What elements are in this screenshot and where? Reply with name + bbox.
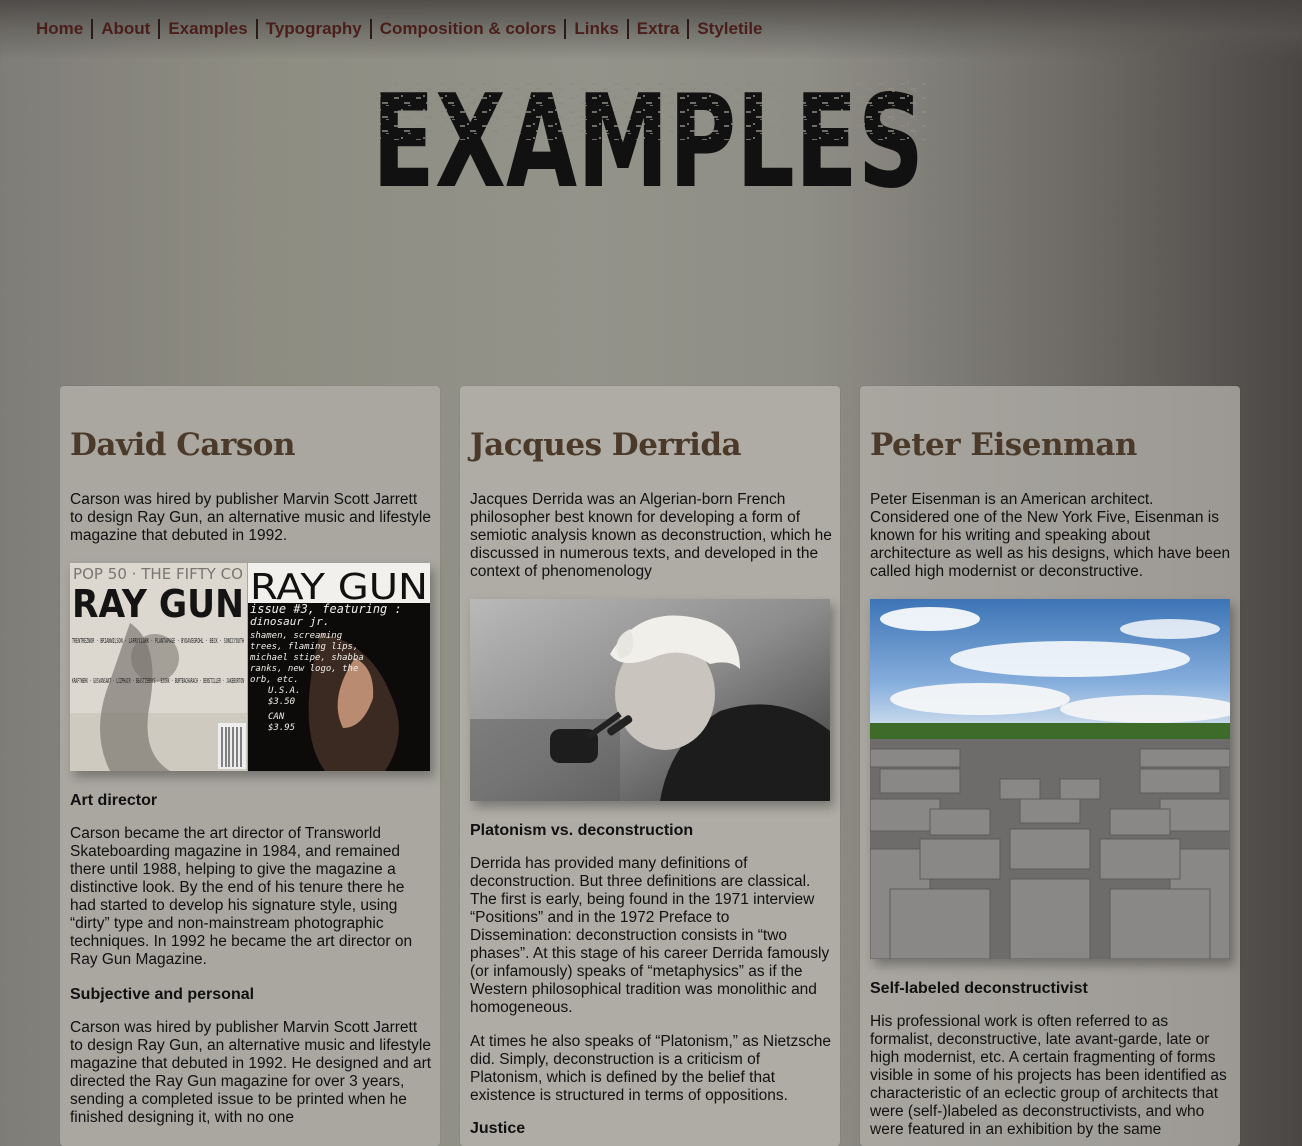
card-title: Jacques Derrida bbox=[470, 427, 742, 463]
raygun-right-line4: michael stipe, shabba bbox=[249, 653, 364, 663]
section-heading: Art director bbox=[70, 792, 158, 809]
card-intro: Carson was hired by publisher Marvin Sco… bbox=[70, 491, 431, 544]
card-title: David Carson bbox=[70, 427, 296, 463]
holocaust-memorial-image bbox=[869, 599, 1240, 960]
card-intro: Jacques Derrida was an Algerian-born Fre… bbox=[470, 491, 832, 580]
raygun-right-line1: dinosaur jr. bbox=[250, 615, 329, 628]
raygun-left-names2: KRAFTWERK · GUSVANSANT · LIZPHAIR · BEAS… bbox=[72, 677, 244, 685]
grunge-title-graphic: EXAMPLES bbox=[370, 80, 926, 192]
nav-about[interactable]: About bbox=[91, 19, 158, 39]
section-text: Carson was hired by publisher Marvin Sco… bbox=[70, 1019, 432, 1126]
section-text: His professional work is often referred … bbox=[870, 1013, 1227, 1138]
section-heading: Justice bbox=[470, 1120, 526, 1137]
raygun-left-names: TRENTREZNOR · BRIANWILSON · LARRYCLARK ·… bbox=[72, 637, 244, 645]
section-heading: Platonism vs. deconstruction bbox=[470, 822, 694, 839]
nav-home[interactable]: Home bbox=[36, 19, 91, 39]
raygun-right-line3: trees, flaming lips, bbox=[250, 642, 358, 652]
raygun-right-line2: shamen, screaming bbox=[250, 631, 343, 641]
section-text: Carson became the art director of Transw… bbox=[70, 825, 413, 968]
raygun-covers-image: POP 50 · THE FIFTY CO RAY GUN TRENTREZNO… bbox=[70, 563, 430, 771]
nav-typography[interactable]: Typography bbox=[255, 19, 370, 39]
raygun-price-usa-val: $3.50 bbox=[268, 697, 295, 707]
raygun-price-usa: U.S.A. bbox=[268, 686, 301, 696]
nav-styletile[interactable]: Styletile bbox=[687, 19, 770, 39]
card-intro: Peter Eisenman is an American architect.… bbox=[870, 491, 1231, 580]
raygun-right-line6: orb, etc. bbox=[250, 675, 299, 685]
raygun-price-can: CAN bbox=[268, 712, 285, 722]
card-peter-eisenman: Peter Eisenman Peter Eisenman is an Amer… bbox=[860, 386, 1240, 1146]
raygun-price-can-val: $3.95 bbox=[268, 723, 295, 733]
main-nav: Home About Examples Typography Compositi… bbox=[36, 18, 771, 40]
nav-links[interactable]: Links bbox=[564, 19, 626, 39]
section-heading: Self-labeled deconstructivist bbox=[870, 980, 1088, 997]
card-jacques-derrida: Jacques Derrida Jacques Derrida was an A… bbox=[460, 386, 840, 1146]
raygun-left-small: POP 50 · THE FIFTY CO bbox=[73, 565, 243, 583]
page-title: EXAMPLES bbox=[370, 80, 926, 192]
nav-extra[interactable]: Extra bbox=[626, 19, 688, 39]
section-text: Derrida has provided many definitions of… bbox=[470, 855, 830, 1016]
nav-examples[interactable]: Examples bbox=[158, 19, 255, 39]
card-title: Peter Eisenman bbox=[870, 427, 1137, 463]
raygun-right-line5: ranks, new logo, the bbox=[250, 664, 358, 674]
card-david-carson: David Carson Carson was hired by publish… bbox=[60, 386, 440, 1146]
raygun-right-sub: issue #3, featuring : bbox=[250, 602, 402, 616]
raygun-left-logo: RAY GUN bbox=[72, 582, 244, 626]
nav-composition-colors[interactable]: Composition & colors bbox=[369, 19, 565, 39]
section-text-2: At times he also speaks of “Platonism,” … bbox=[470, 1033, 831, 1104]
section-heading: Subjective and personal bbox=[70, 986, 255, 1003]
derrida-portrait-image bbox=[470, 599, 830, 801]
